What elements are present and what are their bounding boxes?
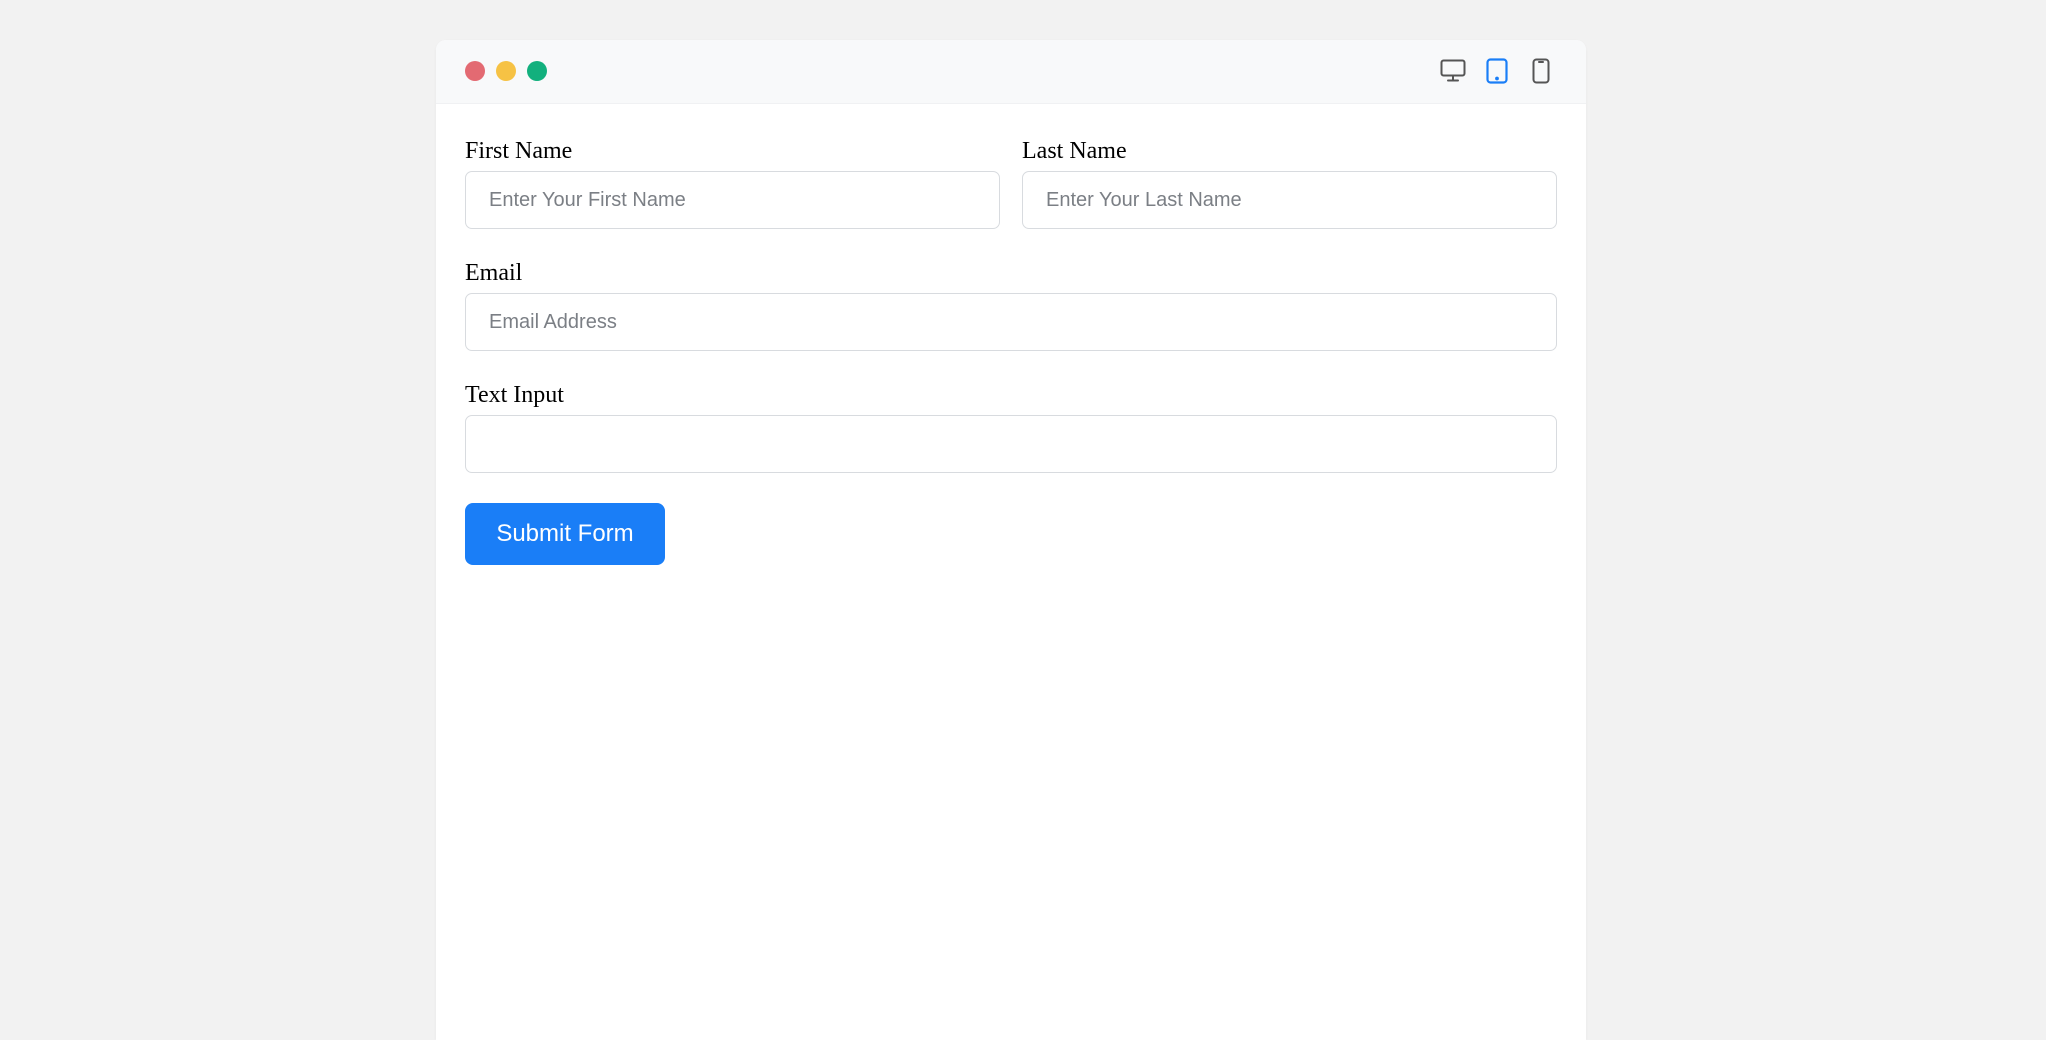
text-input-field[interactable]	[465, 415, 1557, 473]
mobile-icon	[1532, 58, 1550, 84]
device-view-switcher	[1440, 56, 1554, 86]
text-input-group: Text Input	[465, 379, 1557, 473]
last-name-group: Last Name	[1022, 135, 1557, 229]
desktop-icon	[1440, 59, 1466, 82]
name-row: First Name Last Name	[465, 135, 1557, 229]
last-name-input[interactable]	[1022, 171, 1557, 229]
email-label: Email	[465, 260, 523, 286]
text-input-label: Text Input	[465, 382, 564, 408]
close-button[interactable]	[465, 61, 485, 81]
first-name-input[interactable]	[465, 171, 1000, 229]
tablet-view-button[interactable]	[1484, 56, 1510, 86]
minimize-button[interactable]	[496, 61, 516, 81]
last-name-label: Last Name	[1022, 138, 1127, 164]
mobile-view-button[interactable]	[1528, 56, 1554, 86]
window-controls	[465, 61, 547, 81]
window-titlebar	[436, 40, 1586, 104]
contact-form: First Name Last Name Email Text Input Su…	[465, 135, 1557, 565]
first-name-label: First Name	[465, 138, 573, 164]
maximize-button[interactable]	[527, 61, 547, 81]
first-name-group: First Name	[465, 135, 1000, 229]
email-input[interactable]	[465, 293, 1557, 351]
browser-window: First Name Last Name Email Text Input Su…	[436, 40, 1586, 1040]
email-group: Email	[465, 257, 1557, 351]
tablet-icon	[1486, 58, 1508, 84]
desktop-view-button[interactable]	[1440, 56, 1466, 86]
submit-form-button[interactable]: Submit Form	[465, 503, 665, 565]
